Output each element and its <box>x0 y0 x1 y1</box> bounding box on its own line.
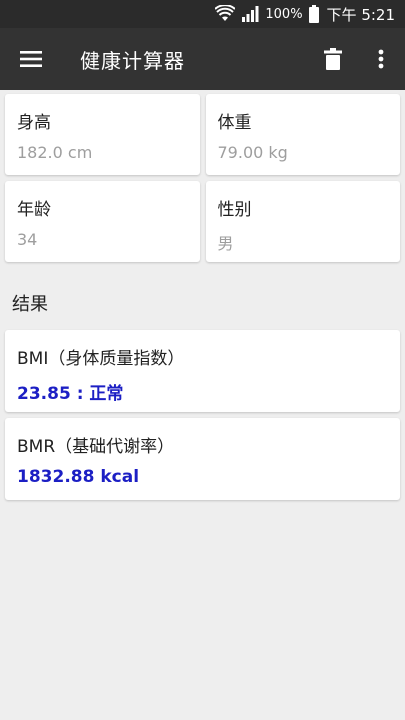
bmr-label: BMR（基础代谢率） <box>17 437 175 457</box>
bmi-value: 23.85 : 正常 <box>17 384 124 404</box>
height-value: 182.0 cm <box>17 143 93 162</box>
battery-icon <box>308 5 319 23</box>
age-card[interactable]: 年龄 34 <box>5 181 200 262</box>
app-bar: 健康计算器 <box>0 28 405 90</box>
height-card[interactable]: 身高 182.0 cm <box>5 94 200 175</box>
gender-value: 男 <box>217 234 234 253</box>
app-title: 健康计算器 <box>80 48 185 73</box>
gender-card[interactable]: 性别 男 <box>205 181 400 262</box>
bmi-card: BMI（身体质量指数） 23.85 : 正常 <box>5 330 400 412</box>
weight-label: 体重 <box>217 113 252 133</box>
weight-value: 79.00 kg <box>217 143 288 162</box>
signal-icon <box>241 6 259 22</box>
bmr-value: 1832.88 kcal <box>17 467 140 487</box>
bmr-card: BMR（基础代谢率） 1832.88 kcal <box>5 418 400 500</box>
age-label: 年龄 <box>17 200 51 220</box>
age-value: 34 <box>17 230 38 249</box>
height-label: 身高 <box>17 113 51 133</box>
bmi-label: BMI（身体质量指数） <box>17 349 185 369</box>
trash-icon[interactable] <box>309 28 357 90</box>
battery-percent: 100% <box>265 6 303 22</box>
weight-card[interactable]: 体重 79.00 kg <box>205 94 400 175</box>
more-vert-icon[interactable] <box>357 28 405 90</box>
hamburger-menu-icon[interactable] <box>0 28 64 90</box>
results-title: 结果 <box>12 294 48 315</box>
status-time: 下午 5:21 <box>326 5 395 24</box>
status-bar: 100% 下午 5:21 <box>0 0 405 28</box>
input-grid: 身高 182.0 cm 体重 79.00 kg 年龄 34 性别 男 <box>0 90 405 262</box>
wifi-icon <box>215 5 236 23</box>
gender-label: 性别 <box>217 200 252 220</box>
